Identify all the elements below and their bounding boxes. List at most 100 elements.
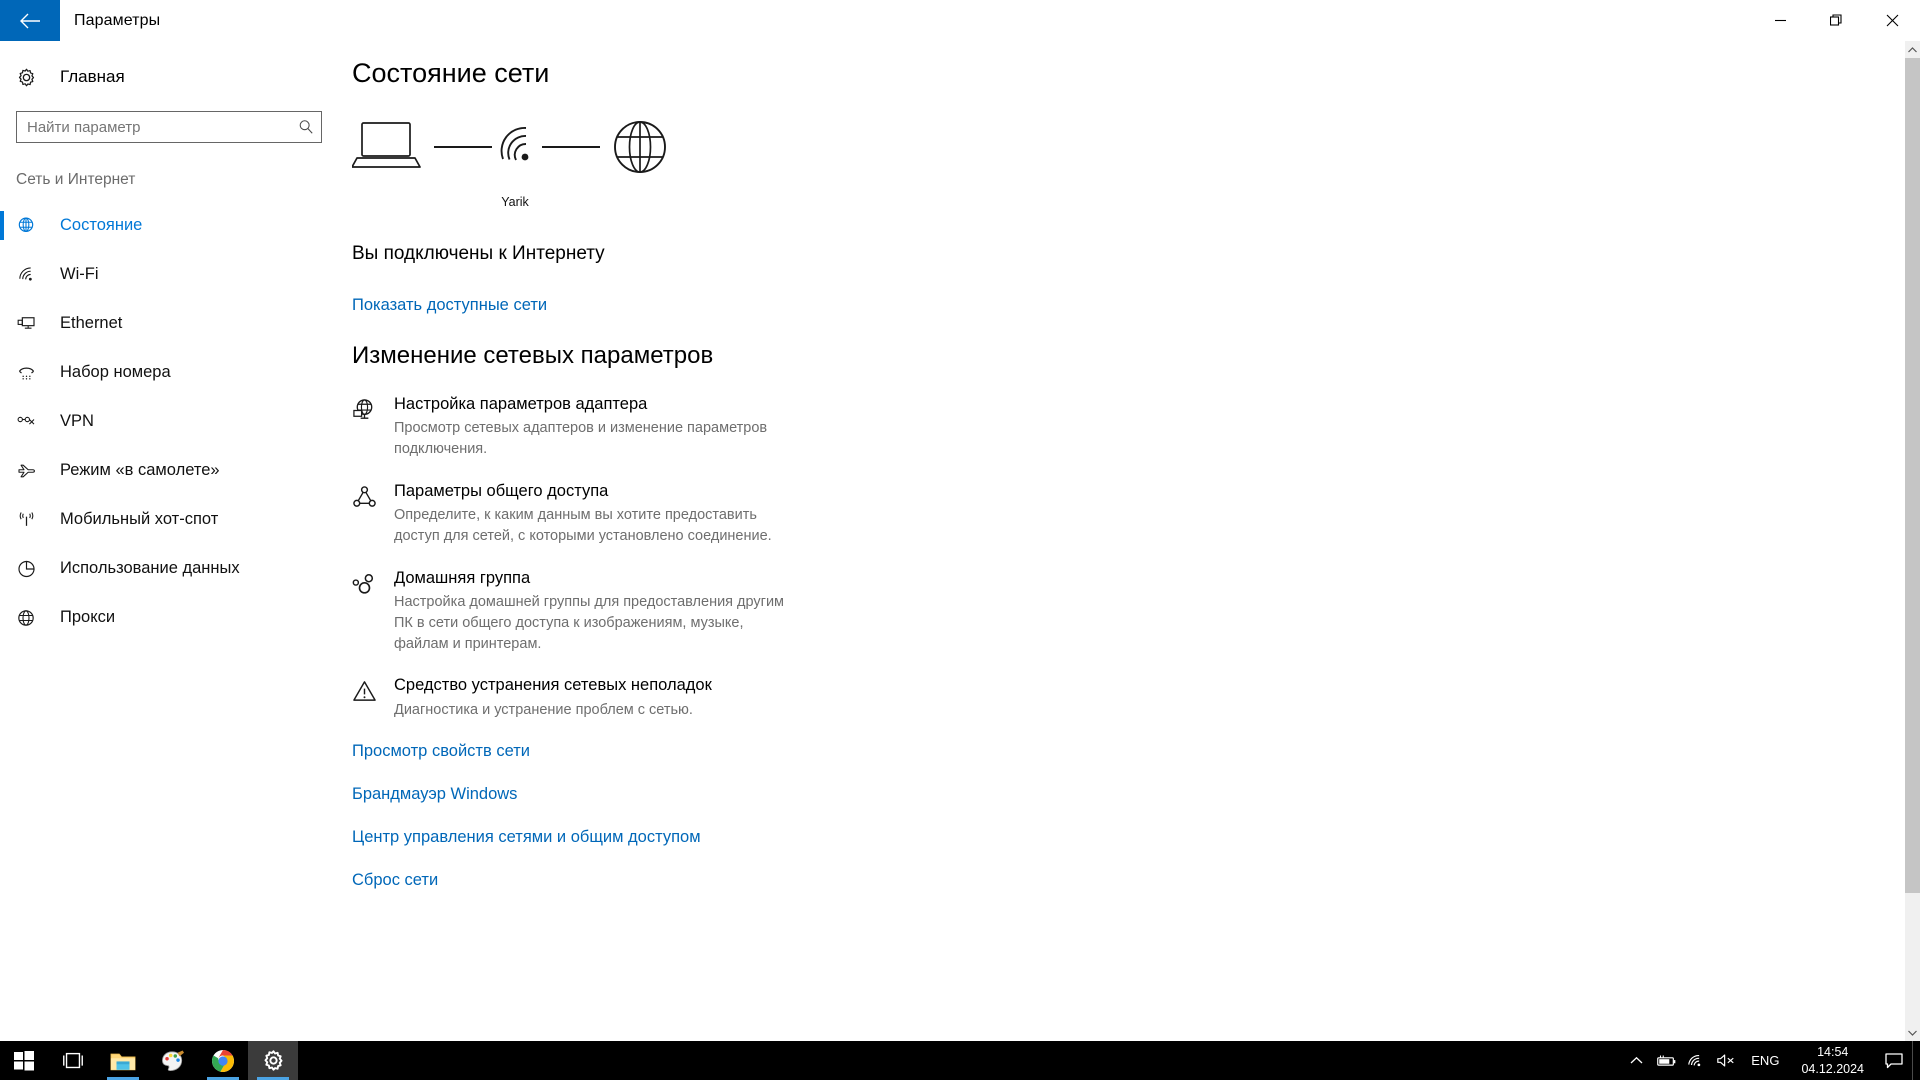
scrollbar-track[interactable] (1905, 58, 1920, 1024)
battery-charging-icon[interactable] (1651, 1041, 1681, 1080)
sidebar-item-dialup[interactable]: Набор номера (0, 348, 340, 397)
option-title: Параметры общего доступа (394, 481, 609, 500)
network-status-diagram: Yarik (352, 111, 682, 209)
file-explorer-icon (110, 1053, 136, 1070)
sidebar-item-status[interactable]: Состояние (0, 201, 340, 250)
window-title: Параметры (74, 11, 161, 29)
task-view-icon (63, 1052, 83, 1068)
window-controls (1752, 0, 1920, 41)
close-button[interactable] (1864, 0, 1920, 41)
network-name-label: Yarik (501, 195, 529, 209)
link-view-network-properties[interactable]: Просмотр свойств сети (352, 742, 530, 761)
search-icon[interactable] (291, 119, 321, 135)
system-tray: ENG 14:54 04.12.2024 (1621, 1041, 1920, 1080)
selection-accent-bar (0, 260, 4, 289)
close-icon (1886, 14, 1898, 27)
search-box[interactable] (16, 111, 322, 143)
scroll-down-arrow-icon[interactable] (1905, 1024, 1920, 1041)
paint-button[interactable] (148, 1041, 198, 1080)
maximize-button[interactable] (1808, 0, 1864, 41)
sidebar-section-label: Сеть и Интернет (16, 171, 136, 188)
vertical-scrollbar[interactable] (1905, 41, 1920, 1041)
option-homegroup[interactable]: Домашняя группа Настройка домашней групп… (352, 568, 822, 655)
link-windows-firewall[interactable]: Брандмауэр Windows (352, 785, 517, 804)
option-title: Домашняя группа (394, 568, 531, 587)
sidebar-nav-list: Состояние Wi-Fi Ethernet Набор номера VP… (0, 201, 340, 642)
option-network-troubleshooter[interactable]: Средство устранения сетевых неполадок Ди… (352, 675, 822, 720)
network-options-list: Настройка параметров адаптера Просмотр с… (352, 394, 1905, 721)
option-adapter-settings[interactable]: Настройка параметров адаптера Просмотр с… (352, 394, 822, 460)
selection-accent-bar (0, 505, 4, 534)
adapter-globe-icon (352, 394, 392, 423)
sidebar-item-airplane-mode[interactable]: Режим «в самолете» (0, 446, 340, 495)
task-view-button[interactable] (48, 1041, 98, 1080)
sidebar-item-mobile-hotspot[interactable]: Мобильный хот-спот (0, 495, 340, 544)
sharing-icon (352, 481, 392, 510)
sidebar-item-label: Ethernet (60, 314, 123, 332)
start-button[interactable] (0, 1041, 48, 1080)
dialup-phone-icon (16, 363, 44, 383)
wifi-signal-icon (500, 127, 529, 161)
selection-accent-bar (0, 456, 4, 485)
globe-icon (614, 121, 666, 173)
sidebar-item-vpn[interactable]: VPN (0, 397, 340, 446)
vpn-icon (16, 412, 44, 432)
option-description: Определите, к каким данным вы хотите пре… (394, 507, 772, 545)
connection-status-text: Вы подключены к Интернету (352, 243, 605, 264)
minimize-button[interactable] (1752, 0, 1808, 41)
windows-start-icon (14, 1050, 34, 1070)
title-bar: Параметры (0, 0, 1920, 41)
settings-button[interactable] (248, 1041, 298, 1080)
sidebar-item-proxy[interactable]: Прокси (0, 593, 340, 642)
option-description: Настройка домашней группы для предоставл… (394, 594, 785, 652)
selection-accent-bar (0, 554, 4, 583)
laptop-icon (352, 122, 421, 168)
sidebar-item-label: Режим «в самолете» (60, 461, 220, 479)
sidebar-home-label: Главная (60, 67, 125, 86)
chrome-icon (212, 1049, 234, 1072)
selection-accent-bar (0, 309, 4, 338)
notification-icon (1885, 1052, 1903, 1068)
scrollbar-thumb[interactable] (1905, 58, 1920, 893)
sidebar-item-ethernet[interactable]: Ethernet (0, 299, 340, 348)
airplane-icon (16, 461, 44, 481)
wifi-icon (16, 265, 44, 285)
option-title: Настройка параметров адаптера (394, 395, 648, 413)
back-button[interactable] (0, 0, 60, 41)
speaker-muted-icon[interactable] (1711, 1041, 1741, 1080)
sidebar-item-wifi[interactable]: Wi-Fi (0, 250, 340, 299)
selection-accent-bar (0, 603, 4, 632)
action-center-button[interactable] (1876, 1041, 1912, 1080)
section-title-network-settings: Изменение сетевых параметров (352, 342, 714, 369)
option-sharing-settings[interactable]: Параметры общего доступа Определите, к к… (352, 481, 822, 547)
sidebar: Главная Сеть и Интернет Состояние (0, 41, 340, 1041)
sidebar-item-label: Wi-Fi (60, 265, 99, 283)
taskbar: ENG 14:54 04.12.2024 (0, 1041, 1920, 1080)
footer-links: Просмотр свойств сети Брандмауэр Windows… (352, 742, 1905, 890)
restore-icon (1829, 14, 1842, 26)
scroll-up-arrow-icon[interactable] (1905, 41, 1920, 58)
minimize-icon (1774, 19, 1786, 22)
language-indicator[interactable]: ENG (1741, 1041, 1789, 1080)
pie-chart-icon (16, 559, 44, 579)
clock[interactable]: 14:54 04.12.2024 (1789, 1041, 1876, 1080)
search-input[interactable] (17, 112, 291, 142)
file-explorer-button[interactable] (98, 1041, 148, 1080)
selection-accent-bar (0, 358, 4, 387)
clock-date: 04.12.2024 (1801, 1061, 1864, 1076)
link-network-sharing-center[interactable]: Центр управления сетями и общим доступом (352, 828, 701, 847)
show-desktop-button[interactable] (1912, 1041, 1920, 1080)
sidebar-item-label: Прокси (60, 608, 116, 626)
chrome-button[interactable] (198, 1041, 248, 1080)
gear-icon (16, 67, 44, 88)
sidebar-item-data-usage[interactable]: Использование данных (0, 544, 340, 593)
chevron-up-icon[interactable] (1621, 1041, 1651, 1080)
hotspot-icon (16, 510, 44, 530)
sidebar-item-label: Использование данных (60, 559, 240, 577)
ethernet-icon (16, 314, 44, 334)
show-available-networks-link[interactable]: Показать доступные сети (352, 296, 547, 315)
sidebar-item-label: VPN (60, 412, 94, 430)
wifi-icon[interactable] (1681, 1041, 1711, 1080)
link-network-reset[interactable]: Сброс сети (352, 871, 438, 890)
sidebar-item-home[interactable]: Главная (0, 55, 340, 99)
